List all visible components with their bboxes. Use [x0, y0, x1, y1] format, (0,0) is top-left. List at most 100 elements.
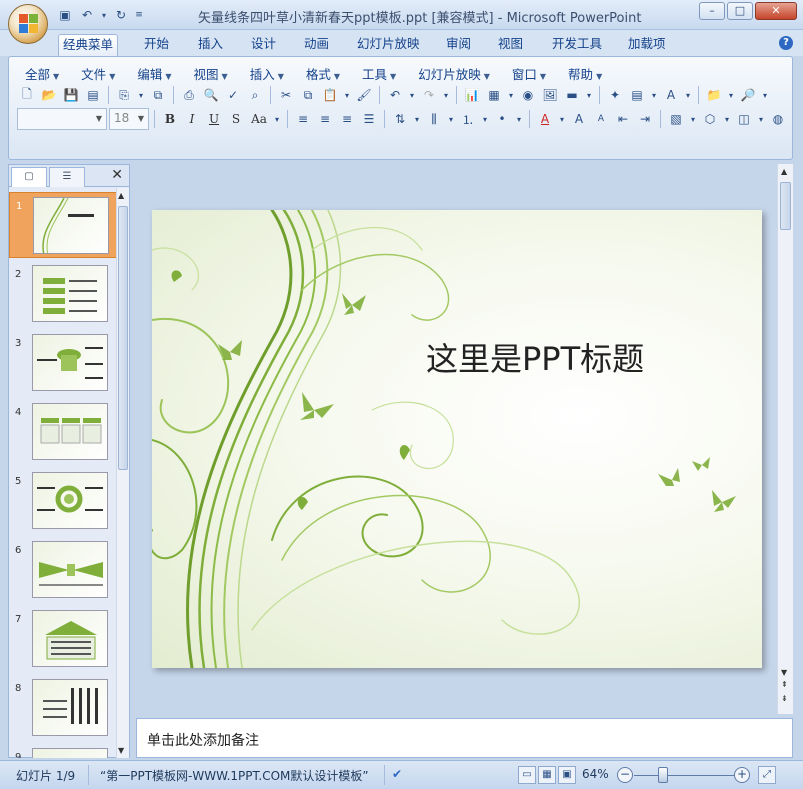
folder-icon[interactable]: 📁	[704, 85, 724, 105]
spell-check-icon[interactable]: ✓	[223, 85, 243, 105]
zoom-slider-track[interactable]	[634, 775, 734, 776]
font-size-combo[interactable]: 18 ▼	[109, 108, 149, 130]
grow-font-icon[interactable]: A	[569, 109, 589, 129]
shrink-font-icon[interactable]: A	[591, 109, 611, 129]
underline-button[interactable]: U	[204, 109, 224, 129]
research-icon[interactable]: ⌕	[245, 85, 265, 105]
slide-thumbnail[interactable]: 4	[9, 399, 117, 465]
slide-thumbnail[interactable]: 8	[9, 675, 117, 741]
tab-addins[interactable]: 加载项	[624, 34, 670, 56]
bold-button[interactable]: B	[160, 109, 180, 129]
menu-insert[interactable]: 插入 ▼	[242, 64, 292, 83]
menu-edit[interactable]: 编辑 ▼	[129, 64, 179, 83]
tab-outline[interactable]: ☰	[49, 167, 85, 187]
menu-format[interactable]: 格式 ▼	[298, 64, 348, 83]
dropdown-icon[interactable]: ▾	[136, 85, 146, 105]
zoom-out-button[interactable]: −	[617, 767, 633, 783]
scroll-up-icon[interactable]: ▲	[781, 167, 787, 176]
menu-all[interactable]: 全部 ▼	[17, 64, 67, 83]
print-preview-icon[interactable]: 🔍	[201, 85, 221, 105]
editor-scrollbar[interactable]: ▲ ▼ ⇞ ⇟	[777, 164, 793, 714]
menu-tools[interactable]: 工具 ▼	[354, 64, 404, 83]
slide-sorter-button[interactable]: ▦	[538, 766, 556, 784]
tab-slideshow[interactable]: 幻灯片放映	[353, 34, 424, 56]
scroll-down-icon[interactable]: ▼	[781, 668, 787, 677]
increase-indent-icon[interactable]: ⇥	[635, 109, 655, 129]
dropdown-icon[interactable]: ▾	[514, 109, 524, 129]
zoom-slider-thumb[interactable]	[658, 767, 668, 783]
previous-slide-icon[interactable]: ⇞	[781, 680, 788, 689]
customize-icon[interactable]: ≡	[134, 7, 144, 23]
save-icon[interactable]: ▣	[56, 7, 74, 23]
table-icon[interactable]: ▦	[484, 85, 504, 105]
dropdown-icon[interactable]: ▾	[480, 109, 490, 129]
decrease-indent-icon[interactable]: ⇤	[613, 109, 633, 129]
arrange-icon[interactable]: ▧	[666, 109, 686, 129]
slide-thumbnail[interactable]: 5	[9, 468, 117, 534]
slide-thumbnail[interactable]: 3	[9, 330, 117, 396]
shadow-button[interactable]: S	[226, 109, 246, 129]
dropdown-icon[interactable]: ▾	[557, 109, 567, 129]
dropdown-icon[interactable]: ▾	[688, 109, 698, 129]
align-right-icon[interactable]: ≡	[337, 109, 357, 129]
close-button[interactable]: ✕	[755, 2, 797, 20]
slide-thumbnail[interactable]: 6	[9, 537, 117, 603]
theme-name[interactable]: “第一PPT模板网-WWW.1PPT.COM默认设计模板”	[100, 767, 369, 784]
format-painter-icon[interactable]: 🖌	[354, 85, 374, 105]
text-direction-icon[interactable]: ⇅	[390, 109, 410, 129]
numbering-icon[interactable]: ⒈	[458, 109, 478, 129]
cut-icon[interactable]: ✂	[276, 85, 296, 105]
spell-check-status-icon[interactable]: ✔	[392, 767, 402, 781]
zoom-level[interactable]: 64%	[582, 767, 609, 781]
zoom-in-button[interactable]: +	[734, 767, 750, 783]
dropdown-icon[interactable]: ▾	[760, 85, 770, 105]
tab-design[interactable]: 设计	[247, 34, 280, 56]
align-center-icon[interactable]: ≡	[315, 109, 335, 129]
fit-to-window-button[interactable]: ⤢	[758, 766, 776, 784]
redo-icon[interactable]: ↷	[419, 85, 439, 105]
change-case-button[interactable]: Aa	[248, 109, 270, 129]
tab-animation[interactable]: 动画	[300, 34, 333, 56]
tab-classic-menu[interactable]: 经典菜单	[58, 34, 119, 56]
align-text-icon[interactable]: ⫼	[424, 109, 444, 129]
normal-view-button[interactable]: ▭	[518, 766, 536, 784]
dropdown-icon[interactable]: ▾	[584, 85, 594, 105]
slide-canvas[interactable]: 这里是PPT标题	[152, 210, 762, 668]
zoom-icon[interactable]: 🔎	[738, 85, 758, 105]
quick-styles-icon[interactable]: ◫	[734, 109, 754, 129]
slideshow-view-button[interactable]: ▣	[558, 766, 576, 784]
scroll-up-icon[interactable]: ▲	[118, 191, 124, 200]
chart-icon[interactable]: 📊	[462, 85, 482, 105]
slide-thumbnail[interactable]: 1	[9, 192, 117, 258]
color-grayscale-icon[interactable]: ▬	[562, 85, 582, 105]
font-color-icon[interactable]: A	[535, 109, 555, 129]
tab-slides[interactable]: ▢	[11, 167, 47, 187]
paste-icon[interactable]: 📋	[320, 85, 340, 105]
office-button[interactable]	[8, 4, 48, 44]
tab-review[interactable]: 审阅	[442, 34, 475, 56]
copy-icon[interactable]: ⧉	[298, 85, 318, 105]
scrollbar-thumb[interactable]	[118, 206, 128, 470]
dropdown-icon[interactable]: ▾	[722, 109, 732, 129]
tab-view[interactable]: 视图	[494, 34, 527, 56]
italic-button[interactable]: I	[182, 109, 202, 129]
picture-icon[interactable]: 🖼	[540, 85, 560, 105]
slide-title[interactable]: 这里是PPT标题	[426, 334, 644, 380]
dropdown-icon[interactable]: ▾	[441, 85, 451, 105]
close-icon[interactable]: ✕	[111, 167, 123, 183]
clipart-icon[interactable]: ◉	[518, 85, 538, 105]
redo-icon[interactable]: ↻	[112, 7, 130, 23]
dropdown-icon[interactable]: ▾	[649, 85, 659, 105]
dropdown-icon[interactable]: ▾	[506, 85, 516, 105]
thumbnail-scrollbar[interactable]: ▲ ▼	[116, 188, 129, 758]
menu-slideshow[interactable]: 幻灯片放映 ▼	[410, 64, 498, 83]
textbox-icon[interactable]: A	[661, 85, 681, 105]
font-name-combo[interactable]: ▼	[17, 108, 107, 130]
new-icon[interactable]: 🗋	[17, 85, 37, 105]
shapes-icon[interactable]: ⬡	[700, 109, 720, 129]
menu-view[interactable]: 视图 ▼	[186, 64, 236, 83]
dropdown-icon[interactable]: ▾	[756, 109, 766, 129]
attach-icon[interactable]: ⧉	[148, 85, 168, 105]
dropdown-icon[interactable]: ▾	[683, 85, 693, 105]
slide-thumbnail[interactable]: 7	[9, 606, 117, 672]
